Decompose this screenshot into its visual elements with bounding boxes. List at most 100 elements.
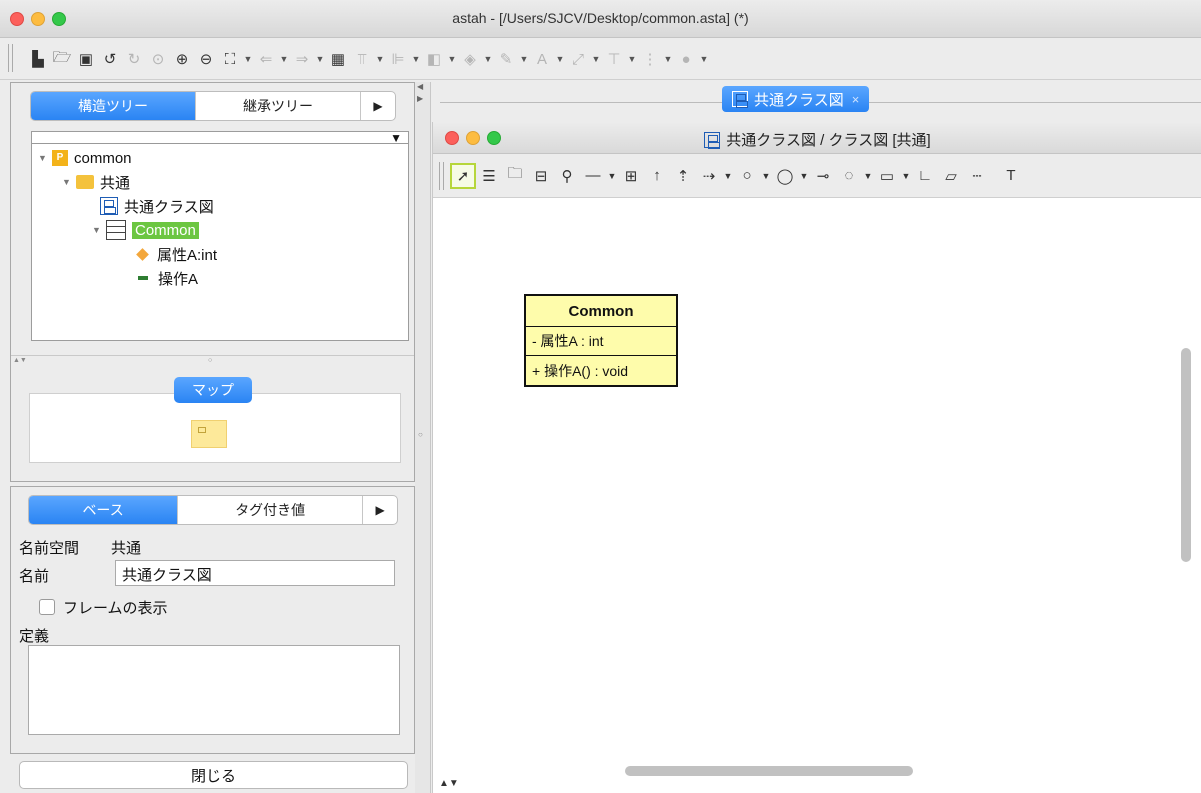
anchor-icon[interactable]: ┄ <box>964 163 990 189</box>
align-top-icon[interactable]: ⫪ <box>350 47 374 71</box>
uml-class-common[interactable]: Common - 属性A : int + 操作A() : void <box>524 294 678 387</box>
instance-icon[interactable]: ◌ <box>836 163 862 189</box>
forward-dropdown-icon[interactable]: ▼ <box>314 47 326 71</box>
composition-icon[interactable]: ⊸ <box>810 163 836 189</box>
tree-node-common[interactable]: ▼ P common <box>38 146 132 170</box>
tree-node-class-diagram[interactable]: 共通クラス図 <box>100 194 214 218</box>
style-dropdown-icon[interactable]: ▼ <box>698 47 710 71</box>
close-button[interactable]: 閉じる <box>19 761 408 789</box>
fill-color-dropdown-icon[interactable]: ▼ <box>482 47 494 71</box>
pane-divider[interactable]: ▲▼ ○ <box>11 355 414 365</box>
realization-icon[interactable]: ⇡ <box>670 163 696 189</box>
tab-tagged-values[interactable]: タグ付き値 <box>178 496 364 524</box>
map-button[interactable]: マップ <box>174 377 252 403</box>
uml-class-operation[interactable]: + 操作A() : void <box>526 356 676 385</box>
align-left-icon[interactable]: ⊫ <box>386 47 410 71</box>
layout-icon[interactable]: ⊤ <box>602 47 626 71</box>
zoom-in-icon[interactable]: ⊕ <box>170 47 194 71</box>
tab-base[interactable]: ベース <box>29 496 179 524</box>
front-back-dropdown-icon[interactable]: ▼ <box>446 47 458 71</box>
instance-dropdown-icon[interactable]: ▼ <box>862 163 874 189</box>
association-icon[interactable]: — <box>580 163 606 189</box>
fit-dropdown-icon[interactable]: ▼ <box>242 47 254 71</box>
grid-icon[interactable]: ▦ <box>326 47 350 71</box>
layout-dropdown-icon[interactable]: ▼ <box>626 47 638 71</box>
align-top-dropdown-icon[interactable]: ▼ <box>374 47 386 71</box>
forward-icon[interactable]: ⇒ <box>290 47 314 71</box>
redo-icon[interactable]: ↻ <box>122 47 146 71</box>
dependency-icon[interactable]: ⇢ <box>696 163 722 189</box>
note-icon[interactable]: ▱ <box>938 163 964 189</box>
tree-node-common-class[interactable]: ▼ Common <box>92 218 199 242</box>
vertical-splitter[interactable]: ◀ ▶ ○ <box>415 82 431 793</box>
align-left-dropdown-icon[interactable]: ▼ <box>410 47 422 71</box>
corner-arrows-icon[interactable]: ▲▼ <box>439 778 459 789</box>
back-dropdown-icon[interactable]: ▼ <box>278 47 290 71</box>
tree-dropdown-icon[interactable]: ▼ <box>390 131 402 145</box>
aggregation-icon[interactable]: ◯ <box>772 163 798 189</box>
note-corner-icon[interactable]: ∟ <box>912 163 938 189</box>
divider-arrows-icon[interactable]: ▲▼ <box>13 357 27 364</box>
uml-class-name[interactable]: Common <box>526 296 676 327</box>
back-icon[interactable]: ⇐ <box>254 47 278 71</box>
divider-grip-icon[interactable]: ○ <box>208 357 212 364</box>
tab-class-diagram[interactable]: 共通クラス図 × <box>722 86 870 112</box>
name-field[interactable]: 共通クラス図 <box>115 560 395 586</box>
horizontal-scrollbar[interactable] <box>625 766 913 776</box>
association-class-icon[interactable]: ⊞ <box>618 163 644 189</box>
snap-icon[interactable]: ⋮ <box>638 47 662 71</box>
new-file-icon[interactable]: ▙ <box>26 47 50 71</box>
font-color-dropdown-icon[interactable]: ▼ <box>554 47 566 71</box>
zoom-out-icon[interactable]: ⊖ <box>194 47 218 71</box>
generalization-icon[interactable]: ↑ <box>644 163 670 189</box>
line-style-dropdown-icon[interactable]: ▼ <box>590 47 602 71</box>
select-icon[interactable]: ➚ <box>450 162 476 189</box>
frame-icon[interactable]: ▭ <box>874 163 900 189</box>
line-color-dropdown-icon[interactable]: ▼ <box>518 47 530 71</box>
definition-textarea[interactable] <box>28 645 400 735</box>
class-icon[interactable]: ☰ <box>476 163 502 189</box>
usage-dropdown-icon[interactable]: ▼ <box>760 163 772 189</box>
diagram-canvas[interactable]: Common - 属性A : int + 操作A() : void ▲▼ <box>433 198 1201 793</box>
close-tab-icon[interactable]: × <box>852 92 860 107</box>
vertical-scrollbar[interactable] <box>1181 348 1191 562</box>
splitter-grip-icon[interactable]: ○ <box>418 430 423 439</box>
toolbar-grip[interactable] <box>8 44 13 72</box>
usage-icon[interactable]: ○ <box>734 163 760 189</box>
frame-dropdown-icon[interactable]: ▼ <box>900 163 912 189</box>
line-style-icon[interactable]: ⤢ <box>566 47 590 71</box>
font-color-icon[interactable]: A <box>530 47 554 71</box>
aggregation-dropdown-icon[interactable]: ▼ <box>798 163 810 189</box>
tab-structure-tree[interactable]: 構造ツリー <box>31 92 196 120</box>
style-icon[interactable]: ● <box>674 47 698 71</box>
tab-inheritance-tree[interactable]: 継承ツリー <box>196 92 361 120</box>
open-folder-icon[interactable]: 🗁 <box>50 47 74 71</box>
zoom-fit-icon[interactable]: ⊙ <box>146 47 170 71</box>
map-overview[interactable] <box>29 393 401 463</box>
save-icon[interactable]: ▣ <box>74 47 98 71</box>
undo-icon[interactable]: ↺ <box>98 47 122 71</box>
tree-node-operation[interactable]: 操作A <box>136 266 198 290</box>
association-dropdown-icon[interactable]: ▼ <box>606 163 618 189</box>
diagram-toolbar-grip[interactable] <box>439 161 444 190</box>
tree-node-kyotsu[interactable]: ▼ 共通 <box>62 170 130 194</box>
expand-arrow-icon[interactable]: ▼ <box>38 153 52 163</box>
map-viewport-thumbnail[interactable] <box>191 420 227 448</box>
tab-more-arrow-icon[interactable]: ▶ <box>361 92 395 120</box>
interface-icon[interactable]: ⚲ <box>554 163 580 189</box>
expand-arrow-icon[interactable]: ▼ <box>62 177 76 187</box>
frame-checkbox[interactable] <box>39 599 55 615</box>
line-color-icon[interactable]: ✎ <box>494 47 518 71</box>
snap-dropdown-icon[interactable]: ▼ <box>662 47 674 71</box>
uml-class-attribute[interactable]: - 属性A : int <box>526 327 676 356</box>
tab-more-arrow-icon[interactable]: ▶ <box>363 496 397 524</box>
tree-node-attribute[interactable]: 属性A:int <box>136 242 217 266</box>
subsystem-icon[interactable]: ⊟ <box>528 163 554 189</box>
expand-arrow-icon[interactable]: ▼ <box>92 225 106 235</box>
package-icon[interactable]: 🗀 <box>502 163 528 189</box>
text-icon[interactable]: T <box>998 163 1024 189</box>
front-back-icon[interactable]: ◧ <box>422 47 446 71</box>
fill-color-icon[interactable]: ◈ <box>458 47 482 71</box>
fit-window-icon[interactable]: ⛶ <box>218 47 242 71</box>
collapse-left-icon[interactable]: ◀ <box>417 82 423 91</box>
